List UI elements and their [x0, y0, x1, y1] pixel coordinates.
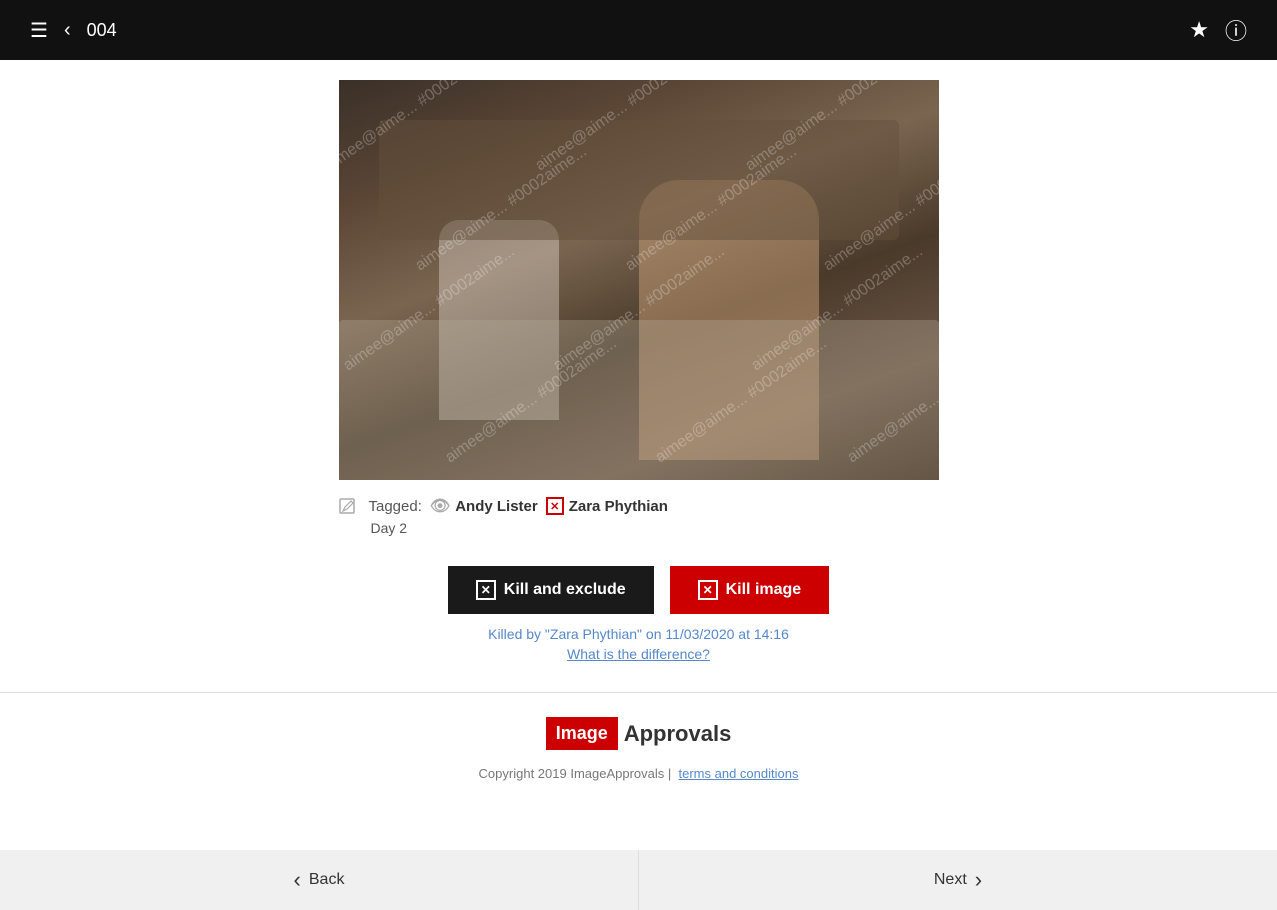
header: ☰ ‹ 004 ★ ⓘ [0, 0, 1277, 60]
back-button[interactable]: Back [0, 850, 639, 910]
person-name-andy: Andy Lister [455, 498, 538, 515]
day-tag: Day 2 [369, 520, 668, 538]
person-name-zara: Zara Phythian [569, 498, 668, 515]
next-arrow-icon [975, 867, 982, 893]
kill-exclude-x-icon: ✕ [476, 580, 496, 600]
header-left: ☰ ‹ 004 [30, 18, 117, 43]
tagged-row: Tagged: 👁 Andy Lister ✕ Zara Phythian [369, 496, 668, 516]
kill-exclude-label: Kill and exclude [504, 581, 626, 599]
kill-image-button[interactable]: ✕ Kill image [670, 566, 830, 614]
logo-area: Image Approvals [546, 717, 732, 750]
logo-approvals-text: Approvals [618, 721, 732, 747]
copyright-line: Copyright 2019 ImageApprovals | terms an… [479, 766, 799, 781]
header-right: ★ ⓘ [1189, 14, 1247, 46]
back-label: Back [309, 871, 345, 889]
footer-nav: Back Next [0, 850, 1277, 910]
x-box-icon-zara: ✕ [546, 497, 564, 515]
edit-icon[interactable] [339, 498, 357, 521]
image-placeholder: aimee@aime... #0002aime... aimee@aime...… [339, 80, 939, 480]
killed-status: Killed by "Zara Phythian" on 11/03/2020 … [488, 626, 789, 642]
tagged-section: Tagged: 👁 Andy Lister ✕ Zara Phythian Da… [339, 496, 939, 538]
kill-and-exclude-button[interactable]: ✕ Kill and exclude [448, 566, 654, 614]
person-tag-zara: ✕ Zara Phythian [546, 497, 668, 515]
info-icon[interactable]: ⓘ [1225, 14, 1247, 46]
hamburger-icon[interactable]: ☰ [30, 18, 48, 43]
copyright-text: Copyright 2019 ImageApprovals | [479, 766, 672, 781]
what-is-difference-link[interactable]: What is the difference? [567, 646, 710, 662]
image-container: aimee@aime... #0002aime... aimee@aime...… [339, 80, 939, 480]
header-back-icon[interactable]: ‹ [64, 19, 71, 42]
logo-image-text: Image [546, 717, 618, 750]
terms-link[interactable]: terms and conditions [679, 766, 799, 781]
next-label: Next [934, 871, 967, 889]
buttons-row: ✕ Kill and exclude ✕ Kill image [448, 566, 829, 614]
back-arrow-icon [294, 867, 301, 893]
tagged-info: Tagged: 👁 Andy Lister ✕ Zara Phythian Da… [369, 496, 668, 538]
tagged-label: Tagged: [369, 498, 422, 515]
eye-icon: 👁 [430, 496, 450, 516]
main-content: aimee@aime... #0002aime... aimee@aime...… [0, 60, 1277, 811]
star-icon[interactable]: ★ [1189, 17, 1209, 43]
next-button[interactable]: Next [639, 850, 1277, 910]
image-counter: 004 [87, 20, 117, 41]
kill-image-x-icon: ✕ [698, 580, 718, 600]
day-label: Day 2 [371, 520, 408, 536]
person-tag-andy: 👁 Andy Lister [430, 496, 538, 516]
kill-image-label: Kill image [726, 581, 802, 599]
logo-image-box: Image Approvals [546, 717, 732, 750]
section-divider [0, 692, 1277, 693]
